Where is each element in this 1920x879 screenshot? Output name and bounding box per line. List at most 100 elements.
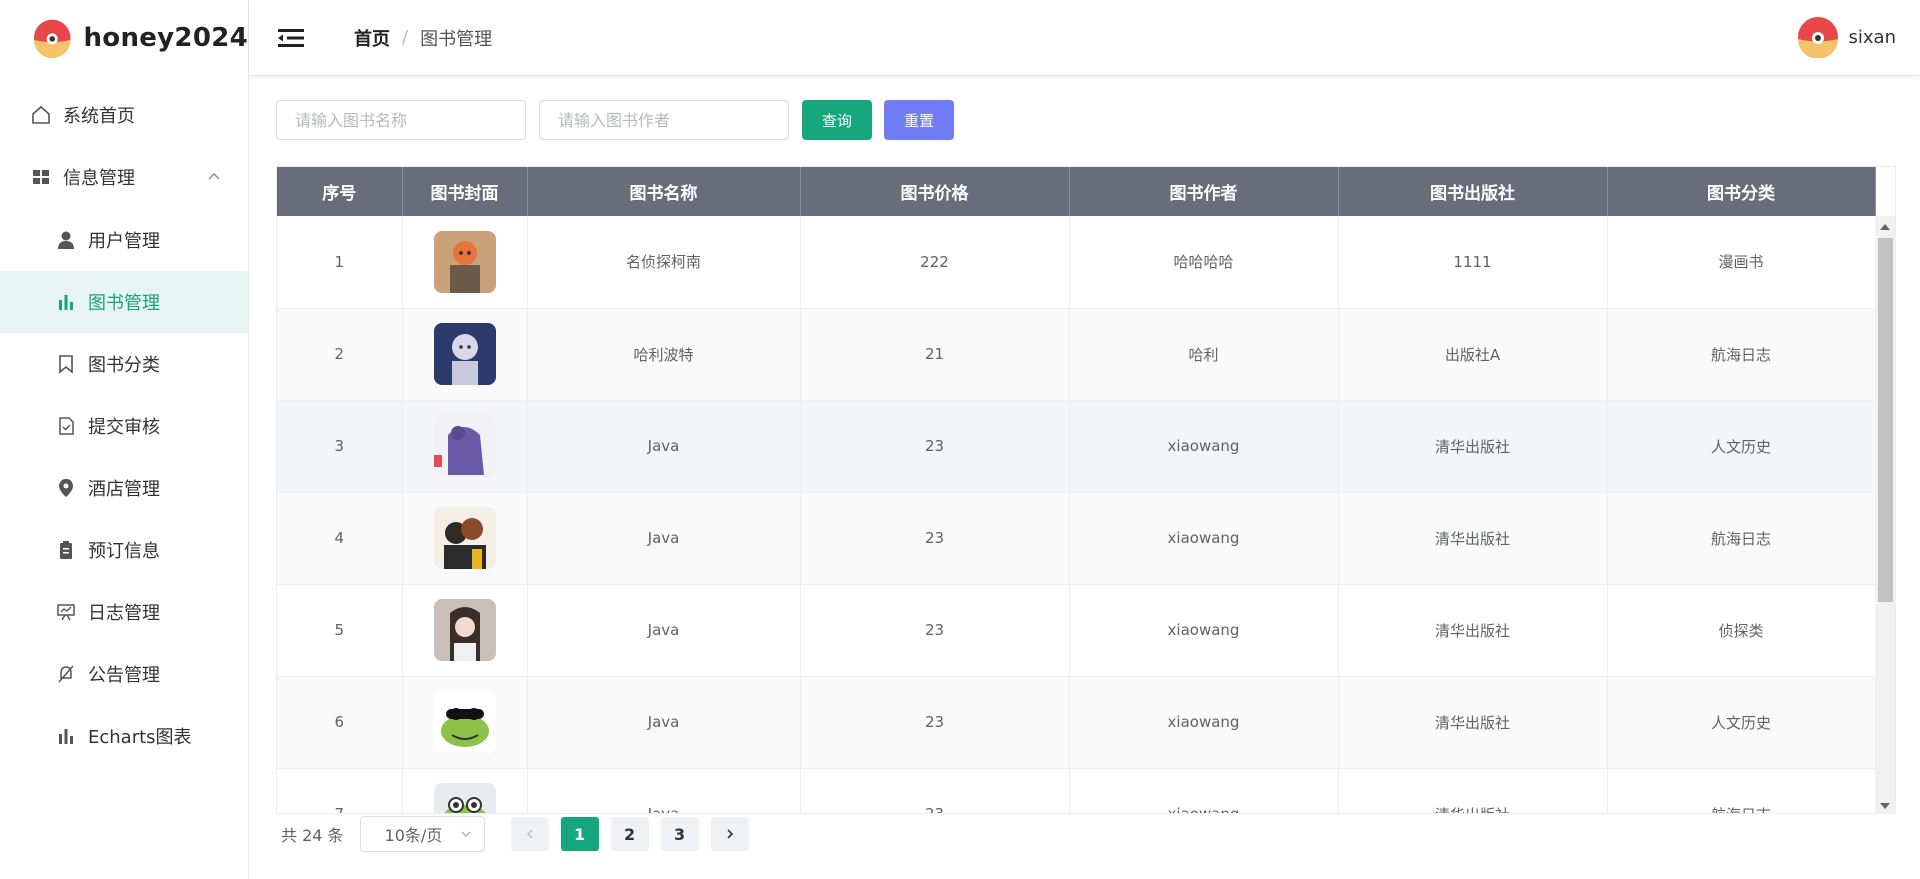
prev-page-button[interactable] [510, 817, 549, 851]
cell-publisher: 清华出版社 [1338, 400, 1608, 493]
cell-price: 23 [800, 400, 1070, 493]
reset-button[interactable]: 重置 [884, 100, 954, 140]
book-cover-image[interactable] [433, 230, 496, 293]
sidebar-item-label: 系统首页 [63, 106, 135, 127]
user-icon [56, 230, 76, 250]
query-button[interactable]: 查询 [802, 100, 872, 140]
cell-name: 名侦探柯南 [527, 216, 801, 309]
cell-cover [402, 492, 528, 585]
page-button-3[interactable]: 3 [660, 817, 699, 851]
cell-publisher: 清华出版社 [1338, 768, 1608, 813]
sidebar-item-info-management[interactable]: 信息管理 [0, 146, 248, 208]
sidebar-item-label: 日志管理 [88, 603, 160, 624]
search-bar: 查询 重置 [276, 100, 1896, 140]
sidebar-item-label: 提交审核 [88, 417, 160, 438]
table-row[interactable]: 4 Java 23 xiaowang 清华出版社 航海日志 [277, 492, 1876, 585]
cell-cover [402, 584, 528, 677]
sidebar-item-label: 图书管理 [88, 293, 160, 314]
page-size-select[interactable]: 10条/页 [359, 816, 485, 852]
sidebar-item-booking[interactable]: 预订信息 [0, 519, 248, 581]
cell-id: 7 [277, 768, 403, 813]
book-cover-image[interactable] [433, 599, 496, 661]
cell-category: 侦探类 [1607, 584, 1876, 677]
sidebar-item-books[interactable]: 图书管理 [0, 271, 248, 333]
sidebar-item-logs[interactable]: 日志管理 [0, 581, 248, 643]
top-header: 首页 / 图书管理 sixan [249, 0, 1920, 76]
book-cover-image[interactable] [433, 691, 496, 753]
breadcrumb-home[interactable]: 首页 [354, 25, 390, 51]
logo-icon [33, 19, 71, 59]
breadcrumb: 首页 / 图书管理 [354, 25, 492, 51]
total-count: 共 24 条 [281, 826, 344, 845]
cell-publisher: 1111 [1338, 216, 1608, 309]
column-header: 图书作者 [1069, 167, 1339, 216]
table-row[interactable]: 2 哈利波特 21 哈利 出版社A 航海日志 [277, 308, 1876, 401]
cell-id: 6 [277, 676, 403, 769]
book-cover-image[interactable] [433, 507, 496, 569]
sidebar-item-home[interactable]: 系统首页 [0, 84, 248, 146]
cell-id: 4 [277, 492, 403, 585]
breadcrumb-separator: / [402, 27, 409, 48]
table-row[interactable]: 1 名侦探柯南 222 哈哈哈哈 1111 漫画书 [277, 216, 1876, 309]
sidebar-item-submit-review[interactable]: 提交审核 [0, 395, 248, 457]
column-header: 图书封面 [402, 167, 528, 216]
column-header: 图书名称 [527, 167, 801, 216]
book-cover-image[interactable] [433, 323, 496, 385]
book-author-input[interactable] [539, 100, 789, 140]
book-cover-image[interactable] [433, 783, 496, 813]
sidebar-item-notice[interactable]: 公告管理 [0, 643, 248, 705]
cell-price: 23 [800, 584, 1070, 677]
column-header: 图书价格 [800, 167, 1070, 216]
scroll-up-icon[interactable] [1880, 224, 1890, 230]
table-row[interactable]: 5 Java 23 xiaowang 清华出版社 侦探类 [277, 584, 1876, 677]
cell-name: Java [527, 492, 801, 585]
table-row[interactable]: 7 Java 23 xiaowang 清华出版社 航海日志 [277, 768, 1876, 813]
book-cover-image[interactable] [433, 415, 496, 477]
sidebar-item-users[interactable]: 用户管理 [0, 208, 248, 271]
scroll-thumb[interactable] [1878, 238, 1893, 602]
cell-category: 航海日志 [1607, 768, 1876, 813]
page-button-1[interactable]: 1 [560, 817, 599, 851]
cell-name: Java [527, 400, 801, 493]
cell-name: Java [527, 768, 801, 813]
table-scrollbar[interactable] [1875, 216, 1895, 813]
scroll-down-icon[interactable] [1880, 803, 1890, 809]
clipboard-icon [56, 540, 76, 560]
next-page-button[interactable] [710, 817, 749, 851]
main-content: 查询 重置 序号 图书封面 图书名称 图书价格 图书作者 图书出版社 图书分类 [276, 100, 1896, 852]
sidebar: honey2024 系统首页 信息管理 用户管理 图书管理 图书分类 提交审核 … [0, 0, 249, 879]
user-menu[interactable]: sixan [1797, 16, 1896, 58]
table-row[interactable]: 3 Java 23 xiaowang 清华出版社 人文历史 [277, 400, 1876, 493]
table-row[interactable]: 6 Java 23 xiaowang 清华出版社 人文历史 [277, 676, 1876, 769]
cell-cover [402, 768, 528, 813]
page-button-2[interactable]: 2 [610, 817, 649, 851]
cell-publisher: 清华出版社 [1338, 676, 1608, 769]
cell-name: 哈利波特 [527, 308, 801, 401]
column-header: 图书分类 [1607, 167, 1876, 216]
cell-id: 1 [277, 216, 403, 309]
chevron-down-icon [461, 831, 471, 837]
cell-author: 哈利 [1069, 308, 1339, 401]
cell-id: 3 [277, 400, 403, 493]
cell-cover [402, 400, 528, 493]
cell-publisher: 清华出版社 [1338, 584, 1608, 677]
sidebar-item-book-category[interactable]: 图书分类 [0, 333, 248, 395]
sidebar-item-echarts[interactable]: Echarts图表 [0, 705, 248, 767]
cell-author: xiaowang [1069, 768, 1339, 813]
column-header: 图书出版社 [1338, 167, 1608, 216]
cell-id: 5 [277, 584, 403, 677]
home-icon [31, 105, 51, 125]
cell-cover [402, 216, 528, 309]
column-header: 序号 [277, 167, 403, 216]
book-name-input[interactable] [276, 100, 526, 140]
cell-author: xiaowang [1069, 676, 1339, 769]
menu-fold-icon[interactable] [278, 26, 304, 50]
bar-chart-icon [56, 726, 76, 746]
sidebar-item-label: 用户管理 [88, 230, 160, 252]
books-table: 序号 图书封面 图书名称 图书价格 图书作者 图书出版社 图书分类 1 名侦探柯… [276, 166, 1896, 814]
cell-category: 人文历史 [1607, 676, 1876, 769]
sidebar-item-label: 预订信息 [88, 541, 160, 562]
chevron-left-icon [526, 829, 533, 839]
sidebar-item-hotel[interactable]: 酒店管理 [0, 457, 248, 519]
cell-publisher: 清华出版社 [1338, 492, 1608, 585]
